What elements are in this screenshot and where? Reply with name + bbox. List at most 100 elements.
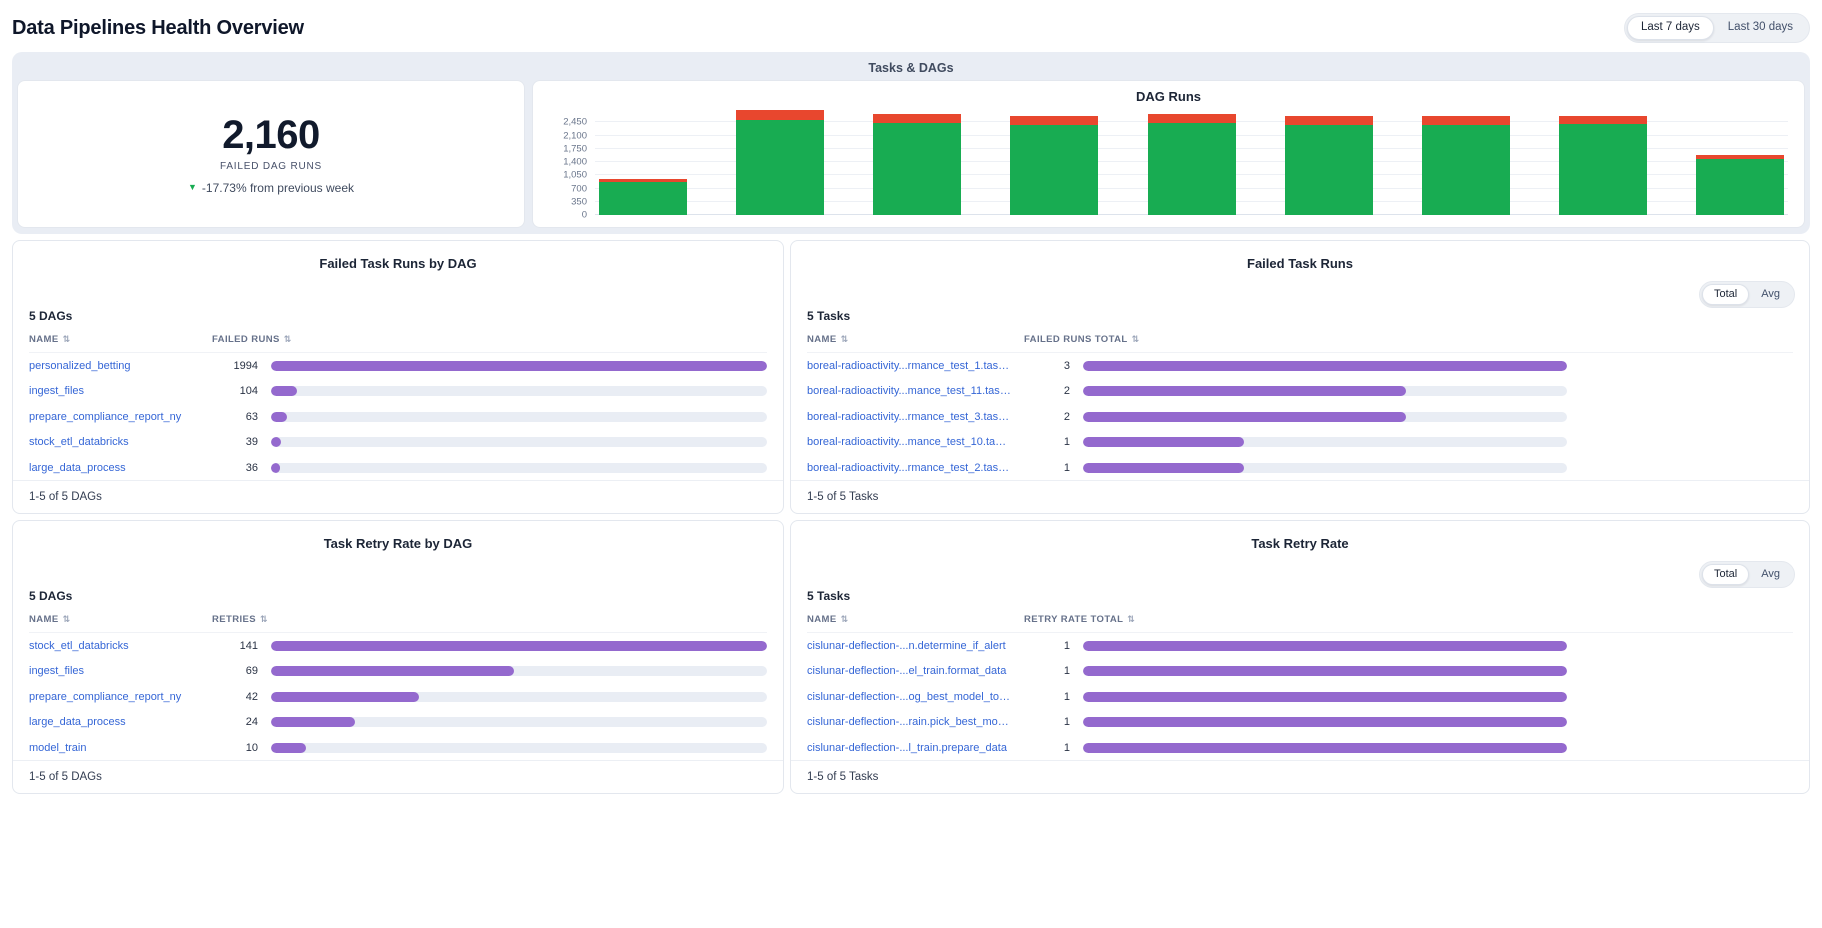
- bar-segment-success: [1148, 123, 1236, 215]
- row-bar-track: [1083, 641, 1567, 651]
- row-name-link[interactable]: prepare_compliance_report_ny: [29, 411, 199, 423]
- row-name-link[interactable]: prepare_compliance_report_ny: [29, 691, 199, 703]
- row-name-link[interactable]: cislunar-deflection-...n.determine_if_al…: [807, 640, 1011, 652]
- row-value: 1: [1024, 691, 1070, 703]
- stat-value: 2,160: [222, 114, 320, 156]
- row-name-link[interactable]: ingest_files: [29, 665, 199, 677]
- dag-runs-bar[interactable]: [736, 110, 824, 215]
- bar-segment-success: [1696, 159, 1784, 215]
- column-header-label: NAME: [29, 614, 59, 625]
- dag-runs-bar[interactable]: [1010, 116, 1098, 215]
- row-value: 39: [212, 436, 258, 448]
- row-bar-fill: [1083, 361, 1567, 371]
- bar-segment-failed: [1285, 116, 1373, 124]
- failed-task-runs-toggle-avg[interactable]: Avg: [1749, 284, 1792, 305]
- bar-segment-success: [1285, 125, 1373, 216]
- column-header-name[interactable]: NAME ⇅: [29, 614, 199, 625]
- row-value: 2: [1024, 411, 1070, 423]
- y-axis-tick-label: 350: [571, 196, 587, 207]
- row-bar-track: [271, 361, 767, 371]
- row-bar-track: [271, 717, 767, 727]
- column-header-name[interactable]: NAME⇅: [29, 334, 199, 345]
- row-bar-track: [1083, 437, 1567, 447]
- failed-task-runs-toggle-total[interactable]: Total: [1702, 284, 1749, 305]
- row-value: 1994: [212, 360, 258, 372]
- row-bar-fill: [271, 743, 306, 753]
- bar-segment-success: [1559, 124, 1647, 215]
- row-name-link[interactable]: personalized_betting: [29, 360, 199, 372]
- row-bar-track: [271, 692, 767, 702]
- table-row: boreal-radioactivity...rmance_test_1.tas…: [807, 353, 1793, 379]
- column-header-value[interactable]: RETRIES⇅: [212, 614, 767, 625]
- row-bar-fill: [271, 437, 281, 447]
- bar-segment-failed: [873, 114, 961, 123]
- bar-segment-failed: [1148, 114, 1236, 123]
- table-header: NAME⇅ FAILED RUNS⇅: [29, 334, 767, 353]
- row-name-link[interactable]: boreal-radioactivity...rmance_test_2.tas…: [807, 462, 1011, 474]
- stat-label: FAILED DAG RUNS: [220, 161, 322, 172]
- task-retry-rate-toggle-total[interactable]: Total: [1702, 564, 1749, 585]
- column-header-value[interactable]: FAILED RUNS TOTAL ⇅: [1024, 334, 1793, 345]
- column-header-value[interactable]: RETRY RATE TOTAL⇅: [1024, 614, 1793, 625]
- dag-runs-bar[interactable]: [1148, 114, 1236, 215]
- column-header-label: FAILED RUNS TOTAL: [1024, 334, 1128, 345]
- table-header: NAME⇅ FAILED RUNS TOTAL ⇅: [807, 334, 1793, 353]
- table-row: prepare_compliance_report_ny63: [29, 404, 767, 430]
- column-header-name[interactable]: NAME⇅: [807, 614, 1011, 625]
- row-name-link[interactable]: boreal-radioactivity...mance_test_10.tas…: [807, 436, 1011, 448]
- table-header: NAME⇅ RETRY RATE TOTAL⇅: [807, 614, 1793, 633]
- row-name-link[interactable]: cislunar-deflection-...el_train.format_d…: [807, 665, 1011, 677]
- row-value: 36: [212, 462, 258, 474]
- sort-icon: ⇅: [284, 334, 292, 345]
- table-row: large_data_process24: [29, 710, 767, 736]
- row-bar-fill: [1083, 692, 1567, 702]
- sort-icon: ⇅: [1132, 334, 1140, 345]
- row-bar-fill: [1083, 666, 1567, 676]
- row-bar-track: [271, 412, 767, 422]
- dag-runs-bars: [599, 109, 1784, 215]
- row-name-link[interactable]: large_data_process: [29, 716, 199, 728]
- row-bar-fill: [271, 361, 767, 371]
- row-value: 141: [212, 640, 258, 652]
- row-name-link[interactable]: model_train: [29, 742, 199, 754]
- page-title: Data Pipelines Health Overview: [12, 17, 304, 40]
- sort-icon: ⇅: [63, 614, 71, 625]
- bar-segment-failed: [1559, 116, 1647, 124]
- sort-icon: ⇅: [260, 614, 268, 625]
- row-name-link[interactable]: boreal-radioactivity...rmance_test_1.tas…: [807, 360, 1011, 372]
- pagination-label: 1-5 of 5 DAGs: [13, 480, 783, 513]
- row-name-link[interactable]: ingest_files: [29, 385, 199, 397]
- row-bar-track: [271, 666, 767, 676]
- row-name-link[interactable]: boreal-radioactivity...rmance_test_3.tas…: [807, 411, 1011, 423]
- column-header-name[interactable]: NAME⇅: [807, 334, 1011, 345]
- row-name-link[interactable]: stock_etl_databricks: [29, 640, 199, 652]
- row-bar-fill: [1083, 386, 1406, 396]
- failed-dag-runs-stat-card: 2,160 FAILED DAG RUNS ▼ -17.73% from pre…: [17, 80, 525, 228]
- dag-runs-bar[interactable]: [1559, 116, 1647, 215]
- row-value: 2: [1024, 385, 1070, 397]
- row-name-link[interactable]: cislunar-deflection-...og_best_model_to_…: [807, 691, 1011, 703]
- time-range-option-last-30-days[interactable]: Last 30 days: [1714, 16, 1807, 40]
- dag-runs-bar[interactable]: [1285, 116, 1373, 215]
- bar-segment-failed: [1010, 116, 1098, 125]
- sort-icon: ⇅: [1127, 614, 1135, 625]
- dag-runs-bar[interactable]: [873, 114, 961, 215]
- row-name-link[interactable]: cislunar-deflection-...rain.pick_best_mo…: [807, 716, 1011, 728]
- row-name-link[interactable]: boreal-radioactivity...mance_test_11.tas…: [807, 385, 1011, 397]
- y-axis-tick-label: 0: [582, 210, 587, 221]
- table-row: boreal-radioactivity...mance_test_11.tas…: [807, 379, 1793, 405]
- dag-runs-bar[interactable]: [1422, 116, 1510, 215]
- page-header: Data Pipelines Health Overview Last 7 da…: [12, 10, 1810, 46]
- task-retry-rate-toggle-avg[interactable]: Avg: [1749, 564, 1792, 585]
- row-name-link[interactable]: large_data_process: [29, 462, 199, 474]
- bar-segment-success: [873, 123, 961, 215]
- table-row: stock_etl_databricks 141: [29, 633, 767, 659]
- table-row: boreal-radioactivity...mance_test_10.tas…: [807, 430, 1793, 456]
- row-name-link[interactable]: cislunar-deflection-...l_train.prepare_d…: [807, 742, 1011, 754]
- column-header-value[interactable]: FAILED RUNS⇅: [212, 334, 767, 345]
- dag-runs-bar[interactable]: [1696, 155, 1784, 215]
- row-name-link[interactable]: stock_etl_databricks: [29, 436, 199, 448]
- time-range-option-last-7-days[interactable]: Last 7 days: [1627, 16, 1714, 40]
- row-value: 3: [1024, 360, 1070, 372]
- dag-runs-bar[interactable]: [599, 179, 687, 215]
